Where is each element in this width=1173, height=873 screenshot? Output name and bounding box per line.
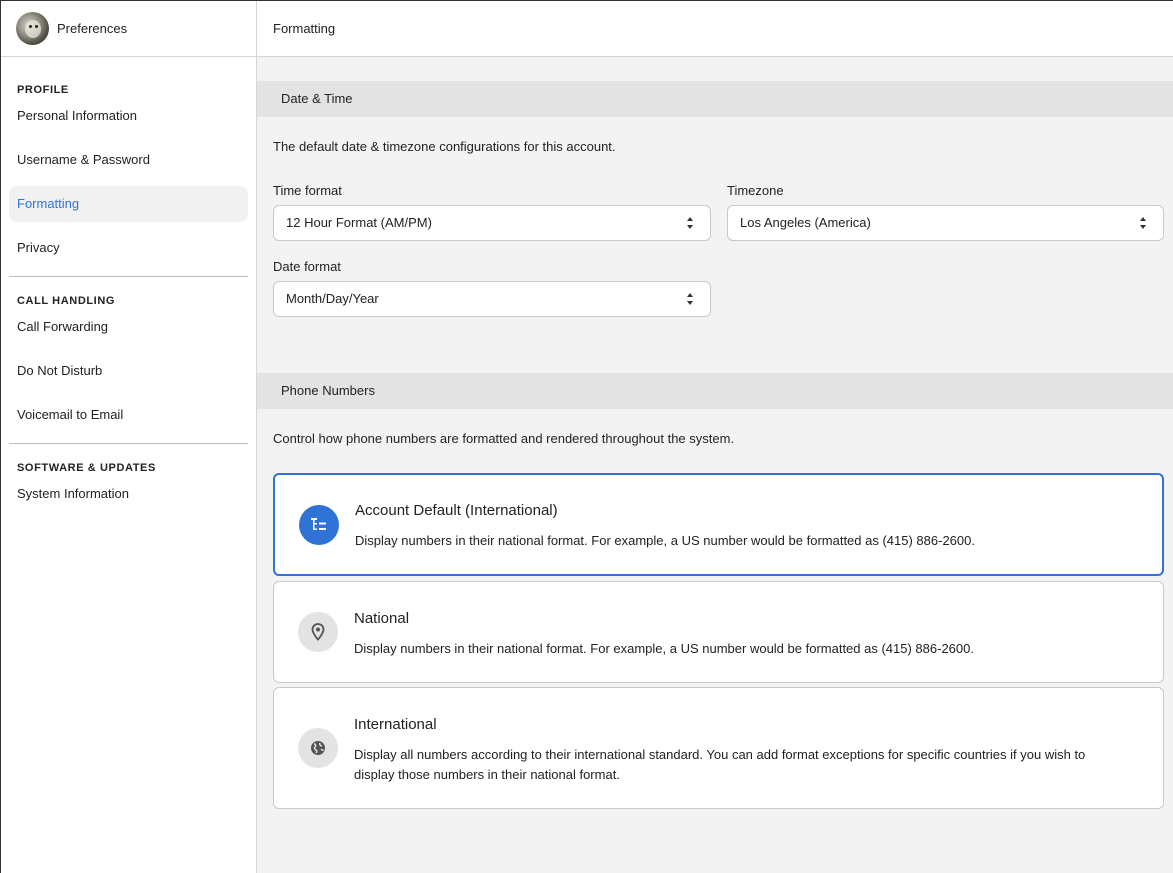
- option-description: Display numbers in their national format…: [355, 533, 975, 548]
- avatar[interactable]: [16, 12, 49, 45]
- time-format-value: 12 Hour Format (AM/PM): [286, 215, 432, 230]
- date-format-value: Month/Day/Year: [286, 291, 379, 306]
- format-option-national[interactable]: National Display numbers in their nation…: [273, 581, 1164, 683]
- date-format-label: Date format: [273, 259, 341, 274]
- nav-section-profile: PROFILE Personal Information Username & …: [9, 57, 248, 277]
- option-title: International: [354, 716, 437, 733]
- sidebar-item-username-password[interactable]: Username & Password: [9, 142, 248, 178]
- sidebar-nav: PROFILE Personal Information Username & …: [1, 57, 256, 522]
- option-description: Display all numbers according to their i…: [354, 747, 1086, 782]
- nav-heading-software-updates: SOFTWARE & UPDATES: [17, 462, 156, 474]
- phone-numbers-section-header: Phone Numbers: [257, 373, 1173, 409]
- timezone-select[interactable]: Los Angeles (America): [727, 205, 1164, 241]
- format-option-international[interactable]: International Display all numbers accord…: [273, 687, 1164, 809]
- date-time-description: The default date & timezone configuratio…: [273, 139, 616, 154]
- select-arrows-icon: [686, 217, 694, 229]
- sidebar-item-personal-information[interactable]: Personal Information: [9, 98, 248, 134]
- timezone-label: Timezone: [727, 183, 784, 198]
- sidebar-header: Preferences: [1, 1, 256, 57]
- time-format-select[interactable]: 12 Hour Format (AM/PM): [273, 205, 711, 241]
- time-format-label: Time format: [273, 183, 342, 198]
- nav-heading-profile: PROFILE: [17, 84, 69, 96]
- sidebar-title: Preferences: [57, 21, 128, 36]
- date-time-section-header: Date & Time: [257, 81, 1173, 117]
- sidebar-item-do-not-disturb[interactable]: Do Not Disturb: [9, 353, 248, 389]
- nav-section-call-handling: CALL HANDLING Call Forwarding Do Not Dis…: [9, 277, 248, 444]
- phone-numbers-description: Control how phone numbers are formatted …: [273, 431, 735, 446]
- select-arrows-icon: [686, 293, 694, 305]
- sidebar-item-privacy[interactable]: Privacy: [9, 230, 248, 266]
- map-pin-icon: [298, 612, 338, 652]
- sidebar-item-system-information[interactable]: System Information: [9, 476, 248, 512]
- page-header: Formatting: [257, 1, 1173, 57]
- select-arrows-icon: [1139, 217, 1147, 229]
- option-description: Display numbers in their national format…: [354, 641, 974, 656]
- content-area: Date & Time The default date & timezone …: [257, 57, 1173, 872]
- option-title: National: [354, 610, 410, 627]
- option-title: Account Default (International): [355, 502, 558, 519]
- format-option-account-default[interactable]: Account Default (International) Display …: [273, 473, 1164, 576]
- main-content: Formatting Date & Time The default date …: [257, 1, 1173, 873]
- timezone-value: Los Angeles (America): [740, 215, 871, 230]
- sidebar-item-call-forwarding[interactable]: Call Forwarding: [9, 309, 248, 345]
- sidebar-item-voicemail-to-email[interactable]: Voicemail to Email: [9, 397, 248, 433]
- list-tree-icon: [299, 505, 339, 545]
- sidebar: Preferences PROFILE Personal Information…: [1, 1, 257, 873]
- page-title: Formatting: [273, 21, 336, 36]
- sidebar-item-formatting[interactable]: Formatting: [9, 186, 248, 222]
- globe-icon: [298, 728, 338, 768]
- date-format-select[interactable]: Month/Day/Year: [273, 281, 711, 317]
- nav-section-software-updates: SOFTWARE & UPDATES System Information: [9, 444, 248, 522]
- nav-heading-call-handling: CALL HANDLING: [17, 295, 116, 307]
